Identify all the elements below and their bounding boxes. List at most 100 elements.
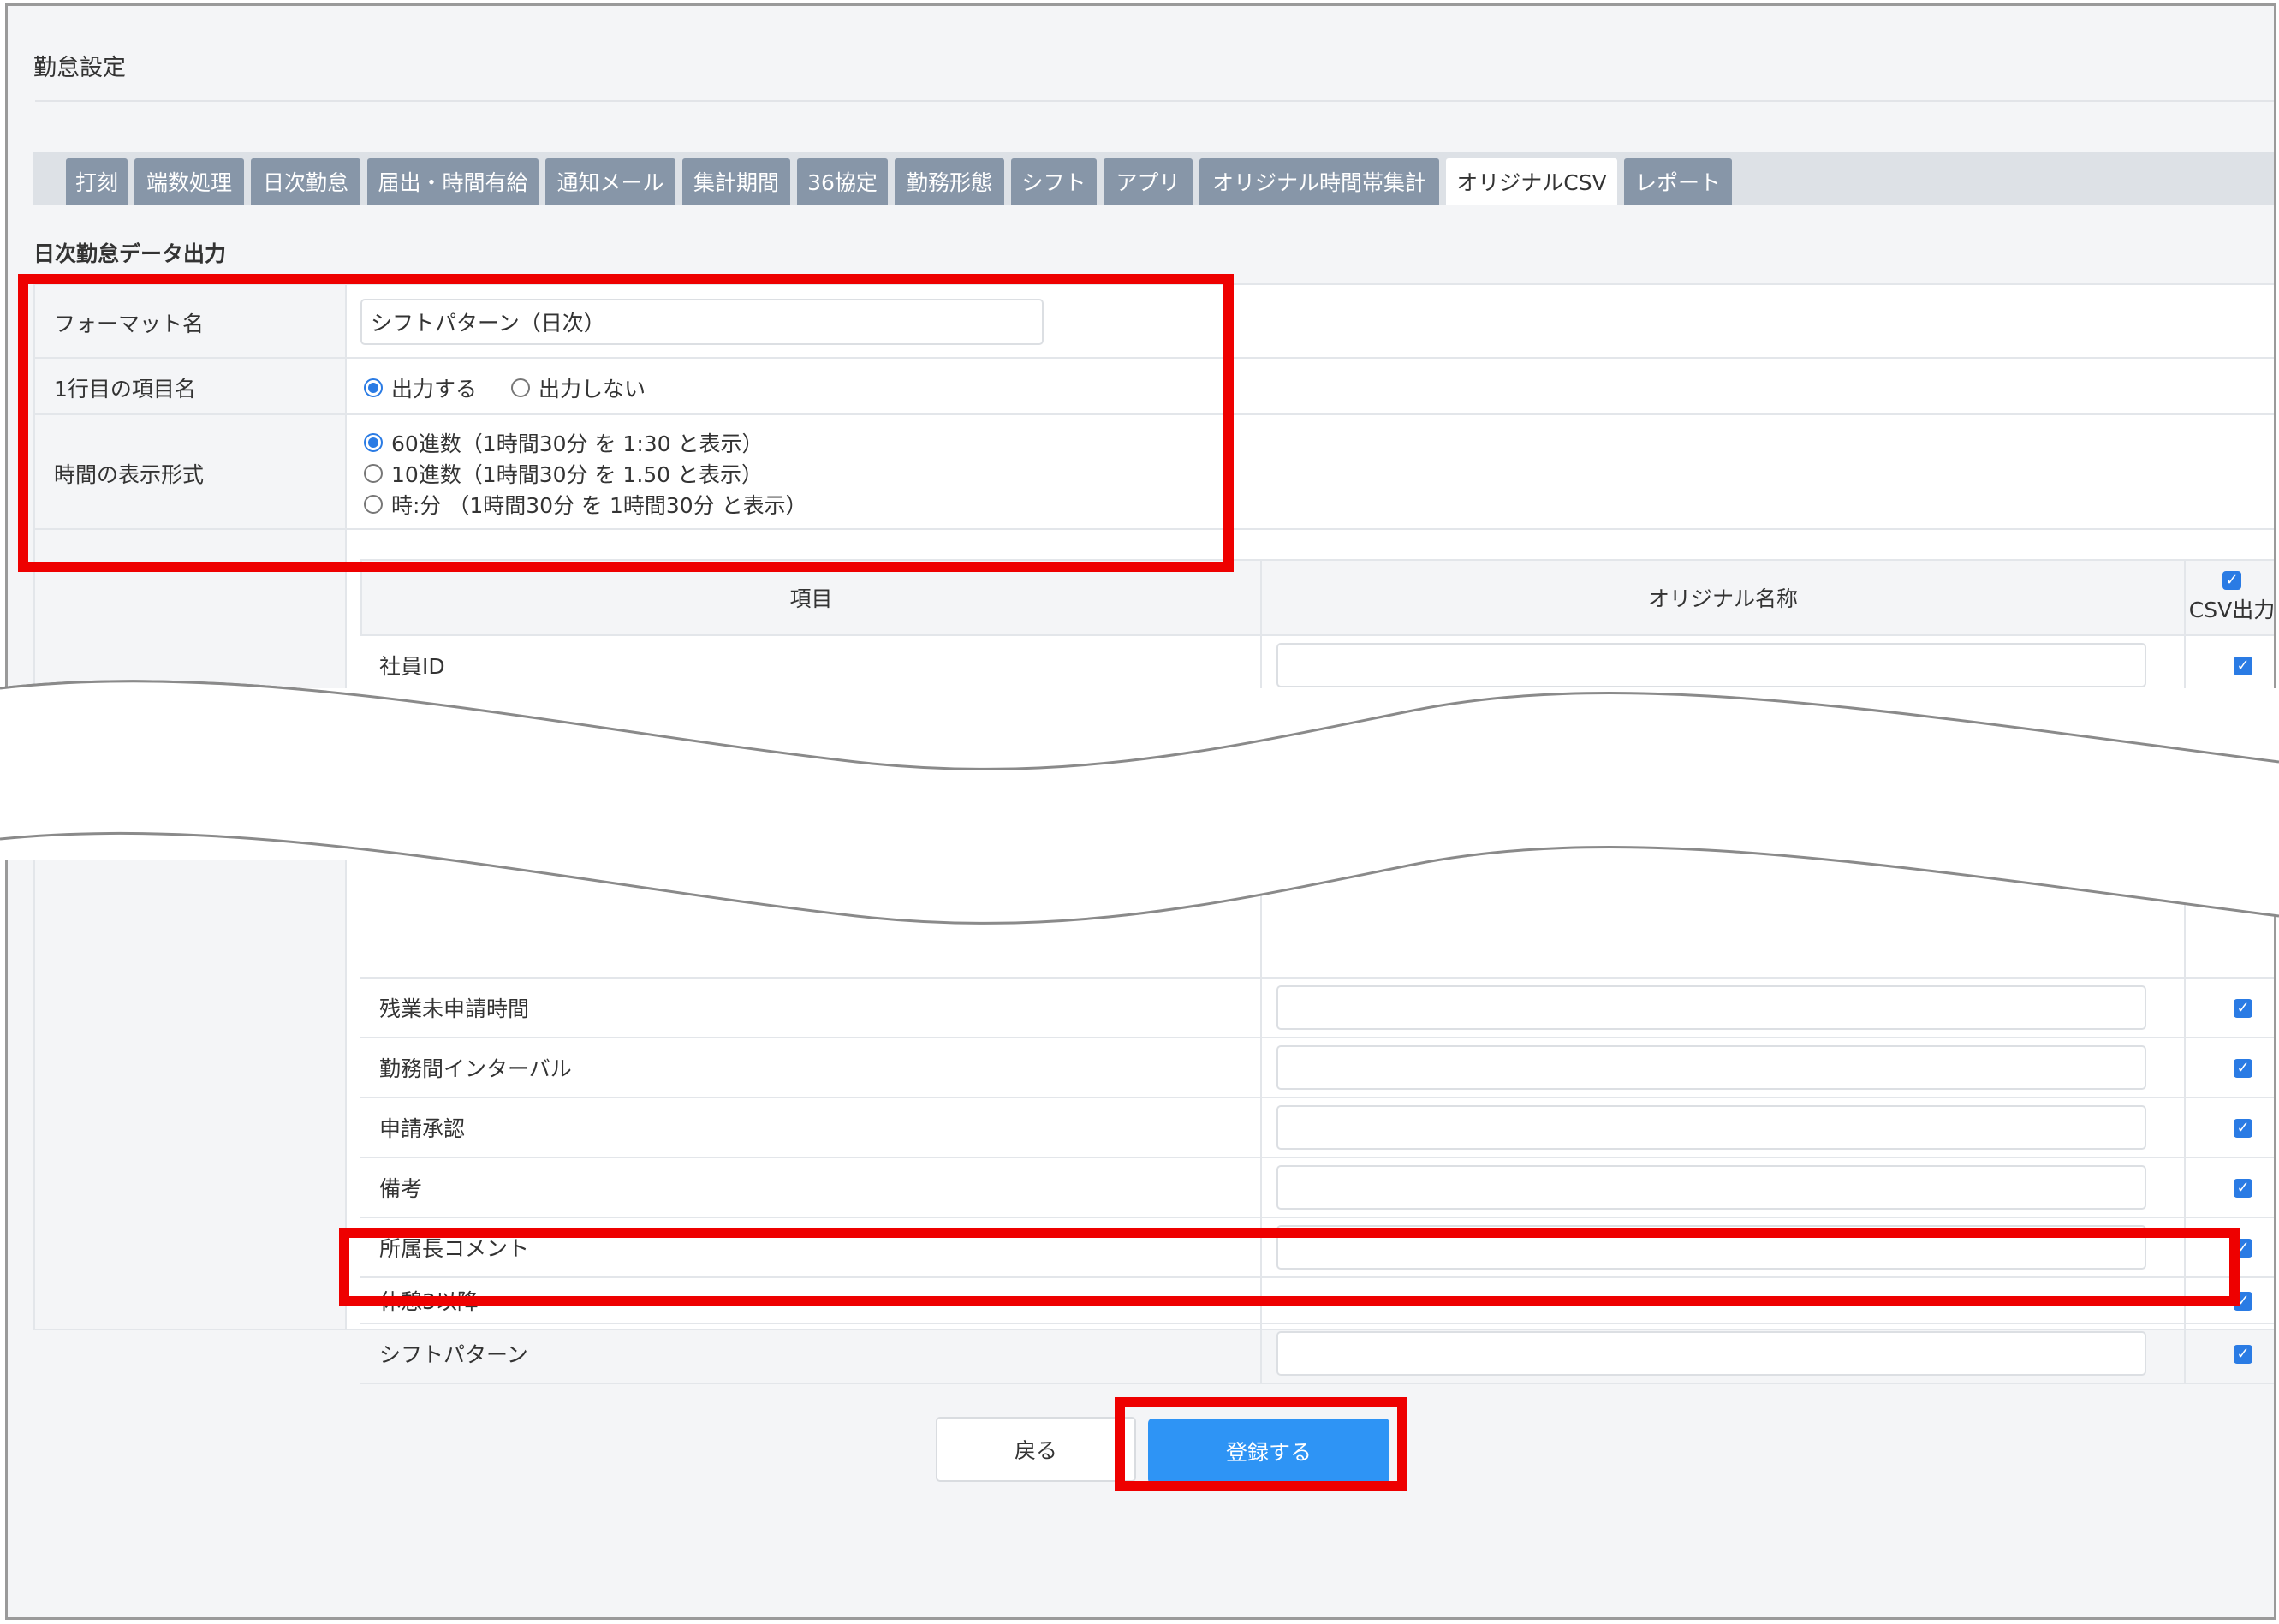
header-row-label: 1行目の項目名 bbox=[54, 377, 196, 402]
original-name-input[interactable] bbox=[1276, 1105, 2146, 1150]
csv-output-checkbox[interactable]: ✓ bbox=[2234, 1179, 2252, 1198]
tab-requests-paid-leave[interactable]: 届出・時間有給 bbox=[367, 158, 539, 205]
table-row: 備考 ✓ bbox=[360, 1158, 2274, 1218]
format-name-label: フォーマット名 bbox=[54, 312, 205, 336]
cell-divider bbox=[1260, 1324, 1262, 1383]
cell-divider bbox=[2184, 1038, 2186, 1097]
original-name-input[interactable] bbox=[1276, 1225, 2146, 1270]
csv-output-checkbox[interactable]: ✓ bbox=[2234, 1345, 2252, 1364]
table-row: 社員ID ✓ bbox=[360, 636, 2274, 696]
tab-original-csv[interactable]: オリジナルCSV bbox=[1446, 158, 1617, 205]
time-format-sexagesimal-option[interactable]: 60進数（1時間30分 を 1:30 と表示） bbox=[364, 427, 764, 458]
tab-rounding[interactable]: 端数処理 bbox=[134, 158, 244, 205]
original-name-input[interactable] bbox=[1276, 703, 2146, 747]
table-row: 残業未申請時間 ✓ bbox=[360, 979, 2274, 1038]
time-format-hours-minutes-option[interactable]: 時:分 （1時間30分 を 1時間30分 と表示） bbox=[364, 489, 807, 520]
radio-icon bbox=[364, 464, 383, 483]
page-title: 勤怠設定 bbox=[33, 55, 126, 81]
time-format-decimal-option[interactable]: 10進数（1時間30分 を 1.50 と表示） bbox=[364, 458, 763, 489]
cell-divider bbox=[1260, 636, 1262, 694]
cell-divider bbox=[1260, 696, 1262, 754]
cell-divider bbox=[1260, 1218, 1262, 1276]
original-name-input[interactable] bbox=[1276, 985, 2146, 1030]
csv-output-checkbox[interactable]: ✓ bbox=[2234, 1059, 2252, 1078]
tab-bar: 打刻 端数処理 日次勤怠 届出・時間有給 通知メール 集計期間 36協定 勤務形… bbox=[33, 152, 2274, 205]
table-row: 勤務間インターバル ✓ bbox=[360, 1038, 2274, 1098]
cell-divider bbox=[2184, 1324, 2186, 1383]
row-divider bbox=[35, 357, 2274, 359]
settings-window: 勤怠設定 打刻 端数処理 日次勤怠 届出・時間有給 通知メール 集計期間 36協… bbox=[5, 3, 2276, 1620]
option-label: 60進数（1時間30分 を 1:30 と表示） bbox=[391, 431, 764, 456]
cell-divider bbox=[1260, 1278, 1262, 1323]
cell-divider bbox=[1260, 1098, 1262, 1157]
tab-shift[interactable]: シフト bbox=[1011, 158, 1097, 205]
tab-app[interactable]: アプリ bbox=[1104, 158, 1193, 205]
format-name-input[interactable]: シフトパターン（日次） bbox=[360, 299, 1044, 345]
radio-selected-icon bbox=[364, 433, 383, 452]
cell-divider bbox=[2184, 1218, 2186, 1276]
tab-report[interactable]: レポート bbox=[1624, 158, 1732, 205]
label-column bbox=[35, 285, 347, 1329]
item-name: 申請承認 bbox=[379, 1116, 466, 1141]
cell-divider bbox=[2184, 636, 2186, 694]
section-title: 日次勤怠データ出力 bbox=[33, 241, 227, 266]
cell-divider bbox=[2184, 756, 2186, 977]
option-label: 出力しない bbox=[539, 377, 646, 402]
item-name: 休憩3以降 bbox=[379, 1289, 479, 1314]
item-name: 所属長コメント bbox=[379, 1236, 530, 1261]
csv-output-checkbox[interactable]: ✓ bbox=[2234, 657, 2252, 675]
csv-output-checkbox[interactable]: ✓ bbox=[2234, 717, 2252, 735]
csv-output-checkbox[interactable]: ✓ bbox=[2234, 999, 2252, 1018]
time-format-label: 時間の表示形式 bbox=[54, 462, 205, 487]
original-name-input[interactable] bbox=[1276, 1165, 2146, 1210]
item-name: 備考 bbox=[379, 1176, 423, 1201]
header-row-output-option[interactable]: 出力する bbox=[364, 372, 477, 403]
original-name-input[interactable] bbox=[1276, 1331, 2146, 1376]
tab-original-time-aggregation[interactable]: オリジナル時間帯集計 bbox=[1199, 158, 1439, 205]
option-label: 出力する bbox=[391, 377, 478, 402]
select-all-checkbox[interactable]: ✓ bbox=[2222, 571, 2241, 590]
save-button[interactable]: 登録する bbox=[1148, 1419, 1389, 1484]
cell-divider bbox=[2184, 1098, 2186, 1157]
cell-divider bbox=[2184, 696, 2186, 754]
option-label: 10進数（1時間30分 を 1.50 と表示） bbox=[391, 462, 764, 487]
option-label: 時:分 （1時間30分 を 1時間30分 と表示） bbox=[391, 493, 807, 518]
table-row: 申請承認 ✓ bbox=[360, 1098, 2274, 1158]
cell-divider bbox=[2184, 1278, 2186, 1323]
title-divider bbox=[35, 100, 2274, 102]
item-name: 社員ID bbox=[379, 654, 445, 679]
item-name: 社員番号 bbox=[379, 714, 466, 739]
row-divider bbox=[35, 528, 2274, 530]
item-name: 勤務間インターバル bbox=[379, 1056, 572, 1081]
table-row: 所属長コメント ✓ bbox=[360, 1218, 2274, 1278]
tab-aggregation-period[interactable]: 集計期間 bbox=[682, 158, 790, 205]
item-name: 残業未申請時間 bbox=[379, 996, 530, 1021]
format-name-value: シフトパターン（日次） bbox=[371, 311, 605, 336]
tab-notification-mail[interactable]: 通知メール bbox=[545, 158, 675, 205]
radio-selected-icon bbox=[364, 378, 383, 397]
tab-daily-attendance[interactable]: 日次勤怠 bbox=[251, 158, 360, 205]
tab-punch[interactable]: 打刻 bbox=[66, 158, 128, 205]
column-header-item: 項目 bbox=[360, 559, 1262, 636]
table-row: 休憩3以降 ✓ bbox=[360, 1278, 2274, 1324]
radio-icon bbox=[364, 495, 383, 514]
tab-36-agreement[interactable]: 36協定 bbox=[797, 158, 888, 205]
csv-output-checkbox[interactable]: ✓ bbox=[2234, 1239, 2252, 1258]
csv-output-label: CSV出力 bbox=[2188, 598, 2276, 622]
tab-work-style[interactable]: 勤務形態 bbox=[895, 158, 1004, 205]
back-button[interactable]: 戻る bbox=[936, 1417, 1136, 1482]
row-divider bbox=[35, 413, 2274, 415]
item-name: シフトパターン bbox=[379, 1342, 528, 1367]
column-header-original-name: オリジナル名称 bbox=[1260, 559, 2186, 636]
original-name-input[interactable] bbox=[1276, 1045, 2146, 1090]
csv-output-checkbox[interactable]: ✓ bbox=[2234, 1119, 2252, 1138]
cell-divider bbox=[1260, 1038, 1262, 1097]
header-row-no-output-option[interactable]: 出力しない bbox=[511, 372, 646, 403]
cell-divider bbox=[1260, 1158, 1262, 1217]
cell-divider bbox=[1260, 979, 1262, 1037]
settings-form: フォーマット名 シフトパターン（日次） 1行目の項目名 出力する 出力しない 時… bbox=[33, 283, 2276, 1384]
cell-divider bbox=[2184, 979, 2186, 1037]
original-name-input[interactable] bbox=[1276, 643, 2146, 687]
radio-icon bbox=[511, 378, 530, 397]
csv-output-checkbox[interactable]: ✓ bbox=[2234, 1292, 2252, 1311]
